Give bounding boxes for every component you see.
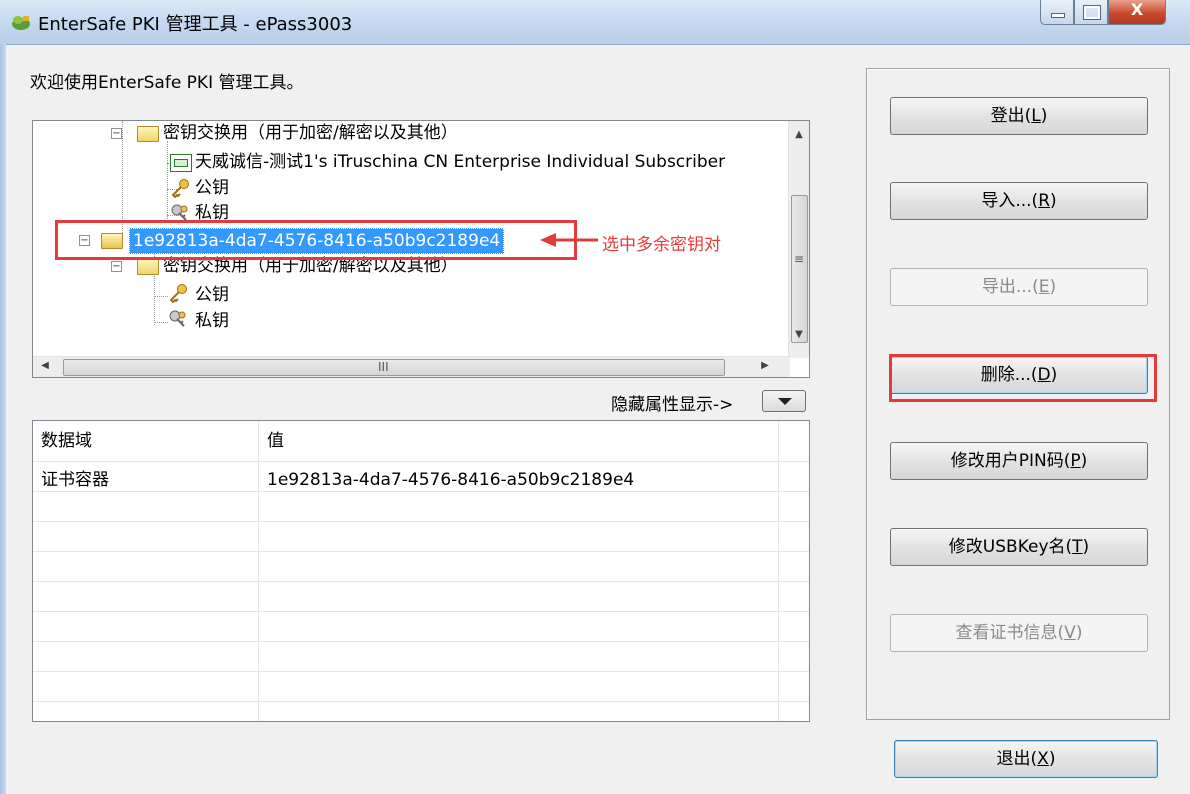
tree-item-private-key-2[interactable]: 私钥 bbox=[195, 309, 229, 333]
tree-connector bbox=[154, 273, 155, 325]
logout-hotkey: L bbox=[1031, 106, 1041, 126]
window-controls: X bbox=[1040, 0, 1166, 26]
view-cert-label: 查看证书信息( bbox=[955, 623, 1065, 643]
exit-suffix: ) bbox=[1048, 749, 1056, 769]
exit-hotkey: X bbox=[1037, 749, 1049, 769]
window-border bbox=[0, 44, 6, 794]
scroll-grip-icon: ≡ bbox=[794, 252, 805, 266]
public-key-icon bbox=[171, 179, 189, 198]
private-key-icon bbox=[169, 310, 186, 327]
tree-vertical-scrollbar[interactable]: ▲ ≡ ▼ bbox=[788, 121, 809, 358]
certificate-icon bbox=[170, 154, 192, 172]
scroll-right-icon[interactable]: ▶ bbox=[757, 360, 773, 371]
attribute-grid[interactable]: 数据域 值 证书容器 1e92813a-4da7-4576-8416-a50b9… bbox=[32, 420, 810, 722]
tree-item-public-key-2[interactable]: 公钥 bbox=[195, 283, 229, 307]
tree-horizontal-scrollbar[interactable]: ◀ III ▶ bbox=[33, 356, 790, 377]
import-suffix: ) bbox=[1050, 191, 1057, 211]
toggle-attributes-label: 隐藏属性显示-> bbox=[611, 395, 734, 415]
column-header-field[interactable]: 数据域 bbox=[41, 421, 92, 461]
exit-button[interactable]: 退出(X) bbox=[894, 740, 1158, 778]
maximize-button[interactable] bbox=[1074, 0, 1108, 25]
app-icon bbox=[12, 16, 30, 30]
grid-cell-field[interactable]: 证书容器 bbox=[41, 465, 109, 495]
scroll-down-icon[interactable]: ▼ bbox=[791, 329, 807, 340]
grid-divider bbox=[258, 421, 259, 721]
folder-icon bbox=[137, 126, 159, 142]
welcome-text: 欢迎使用EnterSafe PKI 管理工具。 bbox=[30, 73, 304, 93]
change-pin-button[interactable]: 修改用户PIN码(P) bbox=[890, 442, 1148, 480]
view-cert-suffix: ) bbox=[1075, 623, 1083, 643]
window-title: EnterSafe PKI 管理工具 - ePass3003 bbox=[38, 14, 353, 35]
import-button[interactable]: 导入...(R) bbox=[890, 182, 1148, 220]
tree-item-public-key[interactable]: 公钥 bbox=[195, 176, 229, 200]
tree-connector bbox=[167, 141, 168, 219]
export-hotkey: E bbox=[1038, 277, 1050, 297]
horizontal-scroll-thumb[interactable]: III bbox=[63, 359, 725, 376]
tree-connector bbox=[154, 322, 168, 323]
export-button[interactable]: 导出...(E) bbox=[890, 268, 1148, 306]
rename-label: 修改USBKey名( bbox=[948, 537, 1073, 557]
grid-header: 数据域 值 bbox=[33, 421, 809, 462]
annotation-text: 选中多余密钥对 bbox=[602, 235, 721, 255]
minimize-button[interactable] bbox=[1040, 0, 1074, 25]
tree-item-key-exchange[interactable]: 密钥交换用（用于加密/解密以及其他） bbox=[163, 121, 458, 145]
column-header-value[interactable]: 值 bbox=[267, 421, 284, 461]
change-pin-hotkey: P bbox=[1070, 451, 1081, 471]
grid-row-line bbox=[33, 551, 809, 552]
toggle-attributes-button[interactable] bbox=[762, 390, 806, 412]
vertical-scroll-thumb[interactable]: ≡ bbox=[791, 195, 808, 343]
grid-row-line bbox=[33, 671, 809, 672]
change-pin-label: 修改用户PIN码( bbox=[950, 451, 1071, 471]
collapse-icon[interactable]: − bbox=[111, 128, 122, 139]
export-label: 导出...( bbox=[981, 277, 1039, 297]
grid-row-line bbox=[33, 641, 809, 642]
export-suffix: ) bbox=[1049, 277, 1057, 297]
annotation-arrow-icon bbox=[540, 233, 598, 247]
annotation-highlight-box bbox=[55, 220, 577, 260]
tree-item-certificate[interactable]: 天威诚信-测试1's iTruschina CN Enterprise Indi… bbox=[195, 150, 725, 174]
import-label: 导入...( bbox=[981, 191, 1039, 211]
collapse-icon[interactable]: − bbox=[111, 261, 122, 272]
close-button[interactable]: X bbox=[1108, 0, 1166, 25]
title-bar: EnterSafe PKI 管理工具 - ePass3003 X bbox=[0, 0, 1190, 45]
scroll-grip-icon: III bbox=[378, 360, 389, 374]
public-key-icon bbox=[169, 284, 187, 303]
grid-divider bbox=[778, 421, 779, 721]
grid-row-line bbox=[33, 581, 809, 582]
change-pin-suffix: ) bbox=[1080, 451, 1088, 471]
delete-highlight-box bbox=[889, 354, 1157, 402]
grid-row-line bbox=[33, 521, 809, 522]
view-certificate-button[interactable]: 查看证书信息(V) bbox=[890, 614, 1148, 652]
grid-cell-value[interactable]: 1e92813a-4da7-4576-8416-a50b9c2189e4 bbox=[267, 465, 634, 495]
scroll-left-icon[interactable]: ◀ bbox=[37, 360, 53, 371]
rename-suffix: ) bbox=[1082, 537, 1090, 557]
import-hotkey: R bbox=[1038, 191, 1050, 211]
scroll-up-icon[interactable]: ▲ bbox=[791, 129, 807, 140]
exit-label: 退出( bbox=[996, 749, 1038, 769]
logout-button[interactable]: 登出(L) bbox=[890, 97, 1148, 135]
logout-label: 登出( bbox=[990, 106, 1032, 126]
grid-row-line bbox=[33, 611, 809, 612]
view-cert-hotkey: V bbox=[1064, 623, 1076, 643]
grid-row-line bbox=[33, 701, 809, 702]
tree-connector bbox=[154, 296, 168, 297]
folder-icon bbox=[137, 259, 159, 275]
rename-usbkey-button[interactable]: 修改USBKey名(T) bbox=[890, 528, 1148, 566]
rename-hotkey: T bbox=[1072, 537, 1083, 557]
logout-suffix: ) bbox=[1040, 106, 1048, 126]
